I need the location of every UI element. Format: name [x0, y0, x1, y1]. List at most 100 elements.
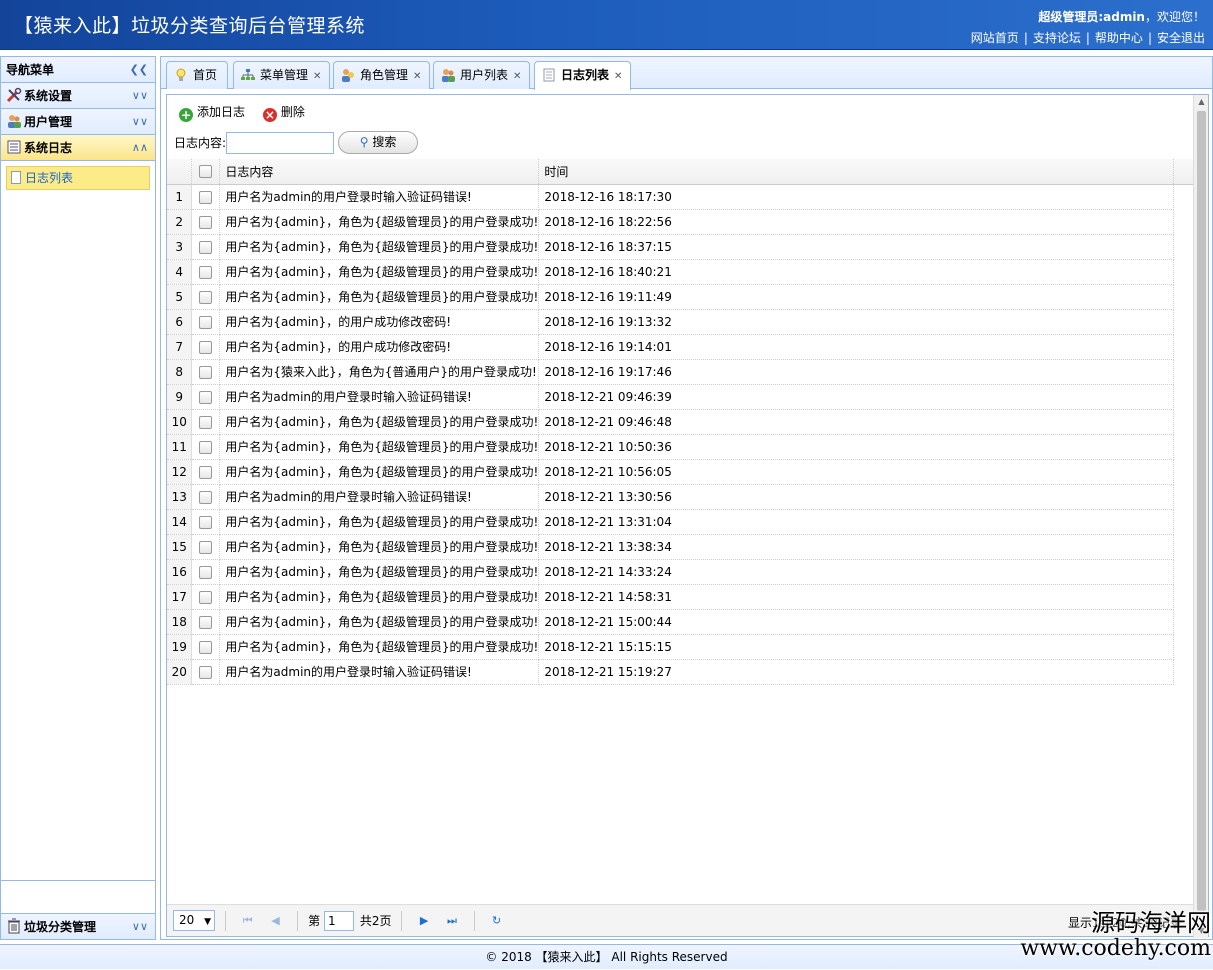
sidebar-group-user-management[interactable]: 用户管理 ∨∨ [1, 109, 155, 135]
table-row[interactable]: 4 用户名为{admin}，角色为{超级管理员}的用户登录成功! 2018-12-1… [167, 259, 1194, 285]
table-row[interactable]: 17 用户名为{admin}，角色为{超级管理员}的用户登录成功! 2018-12-… [167, 584, 1194, 610]
checkbox[interactable] [199, 615, 213, 629]
row-number: 4 [167, 259, 193, 285]
search-input[interactable] [226, 131, 335, 154]
row-checkbox-cell[interactable] [191, 634, 221, 660]
close-icon[interactable]: ✕ [413, 71, 421, 82]
table-row[interactable]: 7 用户名为{admin}，的用户成功修改密码! 2018-12-16 19:14:… [167, 334, 1194, 360]
table-row[interactable]: 20 用户名为admin的用户登录时输入验证码错误! 2018-12-21 15:1… [167, 659, 1194, 685]
checkbox[interactable] [199, 590, 213, 604]
row-checkbox-cell[interactable] [191, 209, 221, 235]
checkbox[interactable] [199, 515, 213, 529]
table-row[interactable]: 5 用户名为{admin}，角色为{超级管理员}的用户登录成功! 2018-12-1… [167, 284, 1194, 310]
checkbox[interactable] [199, 565, 213, 579]
sidebar-group-system-log[interactable]: 系统日志 ∧∧ [1, 135, 155, 161]
checkbox[interactable] [199, 415, 213, 429]
tab-log-list[interactable]: 日志列表 ✕ [534, 61, 632, 90]
tab-menu-management[interactable]: 菜单管理 ✕ [233, 61, 331, 89]
checkbox[interactable] [199, 315, 213, 329]
checkbox[interactable] [199, 240, 213, 254]
last-page-icon[interactable]: ⏭ [444, 914, 460, 928]
row-checkbox-cell[interactable] [191, 359, 221, 385]
first-page-icon[interactable]: ⏮ [240, 914, 256, 928]
checkbox[interactable] [199, 465, 213, 479]
table-row[interactable]: 1 用户名为admin的用户登录时输入验证码错误! 2018-12-16 18:17… [167, 184, 1194, 210]
checkbox[interactable] [199, 340, 213, 354]
link-forum[interactable]: 支持论坛 [1033, 31, 1081, 45]
link-help[interactable]: 帮助中心 [1095, 31, 1143, 45]
checkbox[interactable] [199, 290, 213, 304]
sidebar-group-garbage-management[interactable]: 垃圾分类管理 ∨∨ [1, 913, 155, 939]
delete-button[interactable]: × 删除 [262, 102, 305, 122]
link-site-home[interactable]: 网站首页 [971, 31, 1019, 45]
table-row[interactable]: 3 用户名为{admin}，角色为{超级管理员}的用户登录成功! 2018-12-1… [167, 234, 1194, 260]
tab-user-list[interactable]: 用户列表 ✕ [433, 61, 531, 89]
table-row[interactable]: 13 用户名为admin的用户登录时输入验证码错误! 2018-12-21 13:3… [167, 484, 1194, 510]
table-row[interactable]: 6 用户名为{admin}，的用户成功修改密码! 2018-12-16 19:13:… [167, 309, 1194, 335]
close-icon[interactable]: ✕ [513, 71, 521, 82]
table-row[interactable]: 10 用户名为{admin}，角色为{超级管理员}的用户登录成功! 2018-12-… [167, 409, 1194, 435]
refresh-icon[interactable]: ↻ [489, 914, 505, 927]
row-checkbox-cell[interactable] [191, 609, 221, 635]
checkbox[interactable] [199, 190, 213, 204]
toolbar: + 添加日志 × 删除 [167, 95, 1208, 127]
scroll-up-icon[interactable]: ▲ [1194, 95, 1209, 109]
admin-name: 超级管理员:admin [1038, 10, 1145, 24]
sidebar-group-system-settings[interactable]: 系统设置 ∨∨ [1, 83, 155, 109]
prev-page-icon[interactable]: ◀ [267, 914, 283, 927]
row-checkbox-cell[interactable] [191, 509, 221, 535]
row-checkbox-cell[interactable] [191, 284, 221, 310]
table-row[interactable]: 15 用户名为{admin}，角色为{超级管理员}的用户登录成功! 2018-12-… [167, 534, 1194, 560]
column-header-time[interactable]: 时间 [538, 159, 1175, 185]
table-row[interactable]: 8 用户名为{猿来入此}，角色为{普通用户}的用户登录成功! 2018-12-16 … [167, 359, 1194, 385]
checkbox[interactable] [199, 165, 213, 179]
table-row[interactable]: 9 用户名为admin的用户登录时输入验证码错误! 2018-12-21 09:46… [167, 384, 1194, 410]
page-size-select[interactable]: 20 ▼ [173, 910, 215, 931]
close-icon[interactable]: ✕ [614, 71, 622, 82]
row-checkbox-cell[interactable] [191, 434, 221, 460]
vertical-scrollbar[interactable]: ▲ ▼ [1193, 95, 1208, 938]
checkbox[interactable] [199, 665, 213, 679]
table-row[interactable]: 2 用户名为{admin}，角色为{超级管理员}的用户登录成功! 2018-12-1… [167, 209, 1194, 235]
page-number-input[interactable]: 1 [323, 910, 354, 931]
table-row[interactable]: 11 用户名为{admin}，角色为{超级管理员}的用户登录成功! 2018-12-… [167, 434, 1194, 460]
next-page-icon[interactable]: ▶ [416, 914, 432, 927]
sidebar-item-log-list[interactable]: 日志列表 [6, 166, 150, 190]
table-row[interactable]: 19 用户名为{admin}，角色为{超级管理员}的用户登录成功! 2018-12-… [167, 634, 1194, 660]
search-button[interactable]: ⚲ 搜索 [338, 131, 419, 154]
row-checkbox-cell[interactable] [191, 659, 221, 685]
row-checkbox-cell[interactable] [191, 409, 221, 435]
checkbox[interactable] [199, 540, 213, 554]
checkbox[interactable] [199, 215, 213, 229]
table-row[interactable]: 12 用户名为{admin}，角色为{超级管理员}的用户登录成功! 2018-12-… [167, 459, 1194, 485]
tab-role-management[interactable]: 角色管理 ✕ [333, 61, 431, 89]
row-checkbox-cell[interactable] [191, 334, 221, 360]
checkbox[interactable] [199, 365, 213, 379]
column-header-content[interactable]: 日志内容 [219, 159, 540, 185]
row-checkbox-cell[interactable] [191, 534, 221, 560]
checkbox[interactable] [199, 640, 213, 654]
row-checkbox-cell[interactable] [191, 234, 221, 260]
row-checkbox-cell[interactable] [191, 184, 221, 210]
checkbox[interactable] [199, 265, 213, 279]
close-icon[interactable]: ✕ [313, 71, 321, 82]
checkbox[interactable] [199, 490, 213, 504]
table-row[interactable]: 18 用户名为{admin}，角色为{超级管理员}的用户登录成功! 2018-12-… [167, 609, 1194, 635]
row-checkbox-cell[interactable] [191, 259, 221, 285]
tab-home[interactable]: 首页 [166, 61, 229, 89]
table-row[interactable]: 16 用户名为{admin}，角色为{超级管理员}的用户登录成功! 2018-12-… [167, 559, 1194, 585]
row-checkbox-cell[interactable] [191, 309, 221, 335]
row-checkbox-cell[interactable] [191, 584, 221, 610]
select-all-checkbox[interactable] [191, 159, 221, 185]
row-checkbox-cell[interactable] [191, 459, 221, 485]
add-log-button[interactable]: + 添加日志 [179, 102, 245, 122]
checkbox[interactable] [199, 440, 213, 454]
row-checkbox-cell[interactable] [191, 484, 221, 510]
scroll-thumb[interactable] [1197, 111, 1206, 911]
row-checkbox-cell[interactable] [191, 559, 221, 585]
row-checkbox-cell[interactable] [191, 384, 221, 410]
checkbox[interactable] [199, 390, 213, 404]
collapse-sidebar-icon[interactable]: ❮❮ [130, 57, 148, 83]
link-logout[interactable]: 安全退出 [1157, 31, 1205, 45]
table-row[interactable]: 14 用户名为{admin}，角色为{超级管理员}的用户登录成功! 2018-12-… [167, 509, 1194, 535]
